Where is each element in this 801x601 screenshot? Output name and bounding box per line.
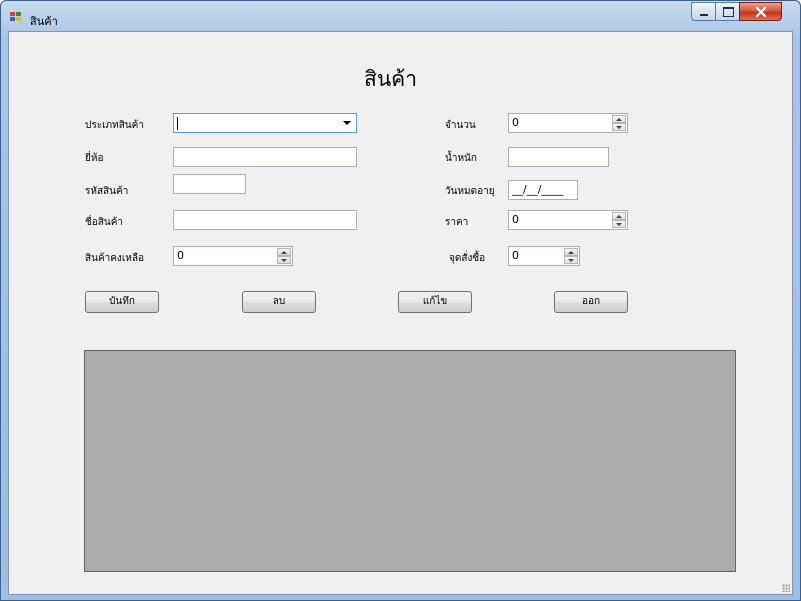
brand-input[interactable]	[173, 147, 357, 167]
category-combobox[interactable]	[173, 113, 357, 133]
quantity-stepper[interactable]: 0	[508, 113, 628, 133]
product-code-input[interactable]	[173, 174, 246, 194]
weight-input[interactable]	[508, 147, 609, 167]
spin-down-icon[interactable]	[612, 220, 626, 228]
resize-grip-icon[interactable]	[782, 584, 790, 592]
page-title: สินค้า	[364, 67, 418, 91]
spin-up-icon[interactable]	[612, 212, 626, 220]
main-window: สินค้า สินค้า ประเภทสินค้า ยี่ห้อ รหัสสิ…	[0, 0, 801, 601]
chevron-down-icon[interactable]	[343, 121, 351, 125]
price-stepper[interactable]: 0	[508, 210, 628, 230]
stock-stepper[interactable]: 0	[173, 246, 293, 266]
stock-label: สินค้าคงเหลือ	[85, 253, 144, 264]
reorder-point-stepper[interactable]: 0	[508, 246, 580, 266]
product-name-input[interactable]	[173, 210, 357, 230]
delete-button[interactable]: ลบ	[242, 291, 316, 313]
price-label: ราคา	[445, 217, 469, 228]
spin-down-icon[interactable]	[277, 256, 291, 264]
reorder-point-label: จุดสั่งซื้อ	[449, 253, 486, 264]
expiry-date-masked-input[interactable]: __/__/____	[508, 180, 578, 200]
weight-label: น้ำหนัก	[445, 153, 477, 164]
product-name-label: ชื่อสินค้า	[85, 217, 124, 228]
product-data-grid[interactable]	[84, 350, 736, 572]
edit-button[interactable]: แก้ไข	[398, 291, 472, 313]
quantity-spinner	[612, 115, 626, 131]
title-bar[interactable]: สินค้า	[1, 1, 800, 31]
expiry-date-label: วันหมดอายุ	[445, 186, 495, 197]
close-icon	[756, 7, 766, 17]
close-button[interactable]	[739, 2, 782, 21]
minimize-button[interactable]	[691, 2, 716, 21]
stock-spinner	[277, 248, 291, 264]
maximize-button[interactable]	[715, 2, 740, 21]
exit-button[interactable]: ออก	[554, 291, 628, 313]
price-spinner	[612, 212, 626, 228]
spin-up-icon[interactable]	[277, 248, 291, 256]
category-label: ประเภทสินค้า	[85, 120, 144, 131]
spin-down-icon[interactable]	[612, 123, 626, 131]
brand-label: ยี่ห้อ	[85, 153, 104, 164]
minimize-icon	[700, 14, 708, 16]
form-client-area: สินค้า ประเภทสินค้า ยี่ห้อ รหัสสินค้า ชื…	[8, 31, 793, 595]
reorder-spinner	[564, 248, 578, 264]
spin-up-icon[interactable]	[612, 115, 626, 123]
quantity-label: จำนวน	[445, 120, 476, 131]
spin-up-icon[interactable]	[564, 248, 578, 256]
maximize-icon	[723, 7, 734, 17]
text-caret	[177, 116, 178, 130]
window-title: สินค้า	[30, 15, 58, 28]
spin-down-icon[interactable]	[564, 256, 578, 264]
save-button[interactable]: บันทึก	[85, 291, 159, 313]
app-icon[interactable]	[10, 12, 23, 23]
product-code-label: รหัสสินค้า	[85, 186, 129, 197]
